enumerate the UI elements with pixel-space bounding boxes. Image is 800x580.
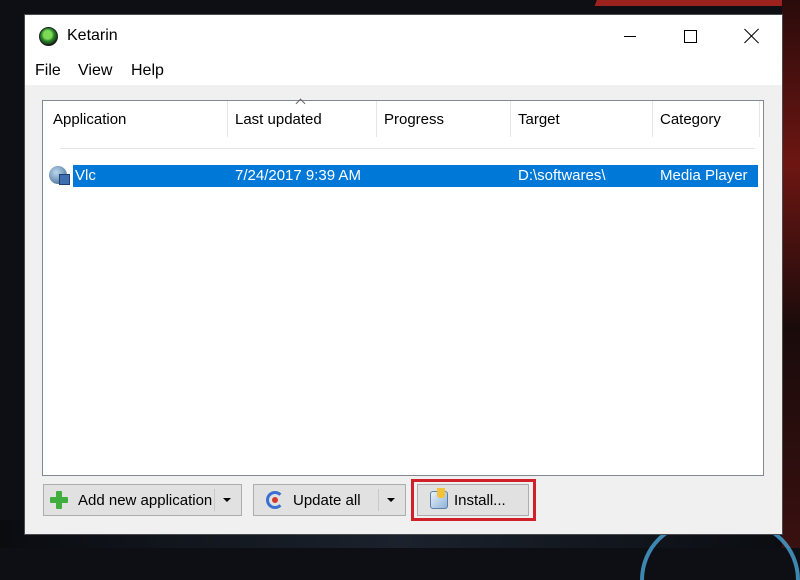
cell-last-updated: 7/24/2017 9:39 AM: [235, 167, 361, 184]
plus-icon: [50, 491, 68, 509]
update-all-label: Update all: [293, 491, 361, 509]
list-header: Application Last updated Progress Target…: [43, 101, 763, 147]
install-icon: [430, 488, 448, 509]
menu-file[interactable]: File: [35, 62, 61, 80]
cell-category: Media Player: [660, 167, 748, 184]
column-header-target[interactable]: Target: [518, 111, 560, 128]
ketarin-window: Ketarin File View Help Application Last …: [24, 14, 783, 535]
update-all-button[interactable]: Update all: [253, 484, 406, 516]
title-bar[interactable]: Ketarin: [25, 15, 782, 57]
applications-list[interactable]: Application Last updated Progress Target…: [42, 100, 764, 476]
add-new-application-button[interactable]: Add new application: [43, 484, 242, 516]
menu-view[interactable]: View: [78, 62, 112, 80]
chevron-down-icon[interactable]: [223, 498, 231, 502]
split-divider: [378, 489, 379, 511]
install-label: Install...: [454, 491, 506, 509]
close-button[interactable]: [722, 15, 782, 57]
column-separator[interactable]: [652, 101, 653, 137]
split-divider: [214, 489, 215, 511]
column-header-category[interactable]: Category: [660, 111, 721, 128]
menu-bar: File View Help: [25, 57, 782, 85]
column-header-last-updated[interactable]: Last updated: [235, 111, 322, 128]
table-row[interactable]: Vlc 7/24/2017 9:39 AM D:\softwares\ Medi…: [73, 165, 758, 187]
bottom-toolbar: Add new application Update all Install..…: [25, 479, 782, 536]
column-separator[interactable]: [510, 101, 511, 137]
add-new-application-label: Add new application: [78, 491, 213, 509]
column-separator[interactable]: [376, 101, 377, 137]
close-icon: [744, 28, 760, 44]
column-header-application[interactable]: Application: [53, 111, 126, 128]
maximize-icon: [683, 29, 697, 43]
install-button[interactable]: Install...: [417, 484, 529, 516]
disk-icon: [59, 174, 70, 185]
column-separator[interactable]: [759, 101, 760, 137]
update-icon: [266, 491, 284, 509]
minimize-icon: [624, 35, 636, 37]
menu-help[interactable]: Help: [131, 62, 164, 80]
sort-ascending-icon: [296, 97, 306, 105]
application-globe-icon: [49, 164, 71, 186]
cell-application: Vlc: [75, 167, 96, 184]
cell-target: D:\softwares\: [518, 167, 606, 184]
chevron-down-icon[interactable]: [387, 498, 395, 502]
minimize-button[interactable]: [600, 15, 660, 57]
header-divider: [60, 148, 755, 149]
window-title: Ketarin: [67, 27, 118, 44]
column-separator[interactable]: [227, 101, 228, 137]
wallpaper-red-edge: [782, 0, 800, 548]
ketarin-app-icon: [39, 27, 58, 46]
maximize-button[interactable]: [660, 15, 720, 57]
column-header-progress[interactable]: Progress: [384, 111, 444, 128]
